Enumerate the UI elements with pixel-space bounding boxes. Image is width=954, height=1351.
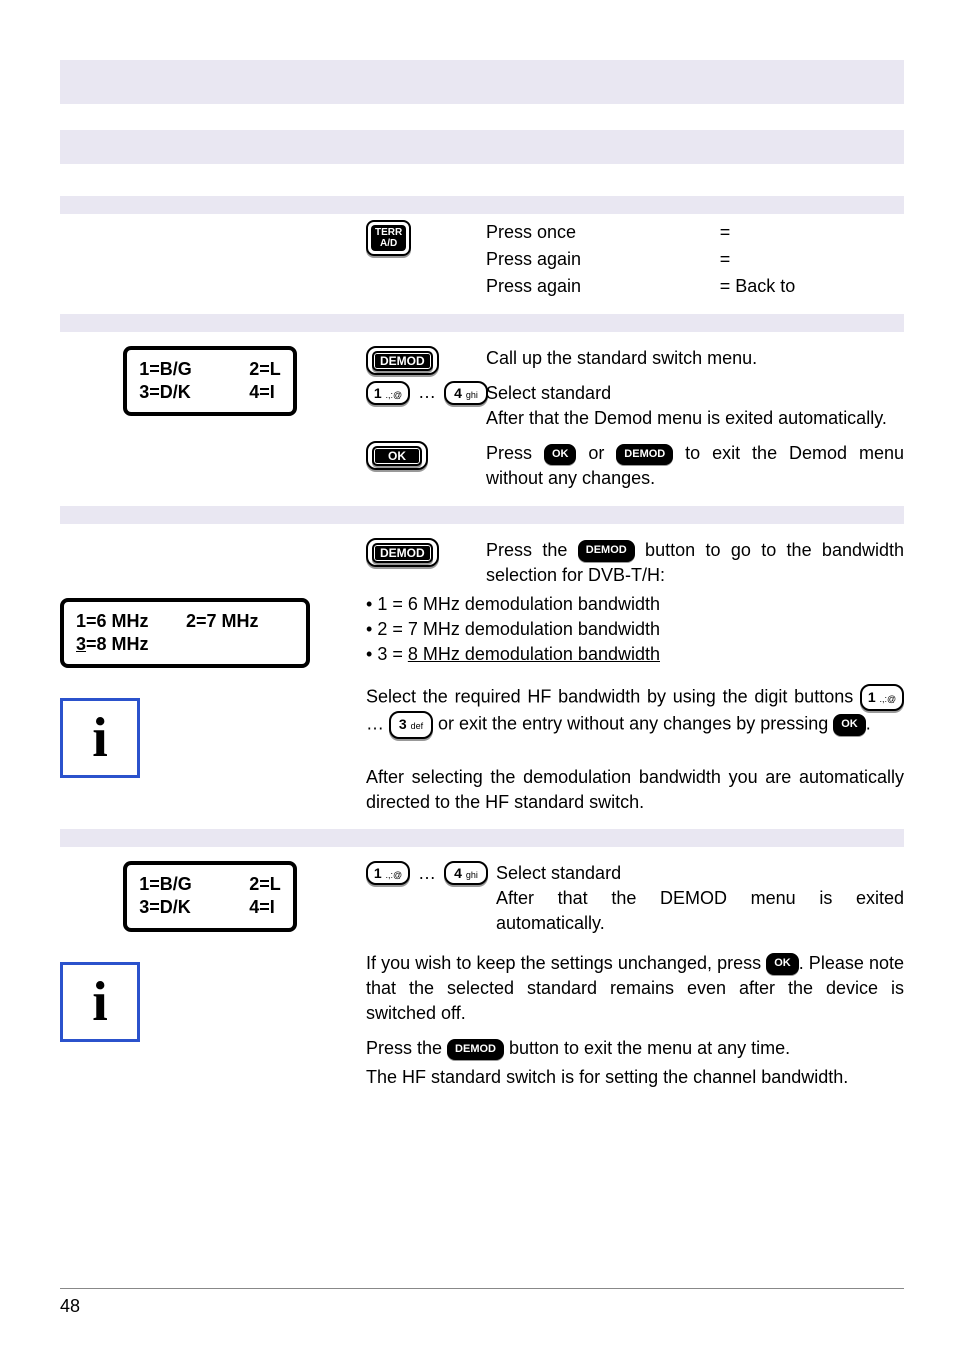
lcd3-r1a: 1=B/G [139, 873, 249, 896]
section-terr: TERR A/D Press once = Press again = Pres… [60, 220, 904, 300]
ellipsis-2: … [366, 714, 384, 734]
d1l: 1 [868, 689, 876, 705]
d3l: 3 [399, 716, 407, 732]
footer-rule [60, 1288, 904, 1289]
select-standard-text-2: Select standard [496, 863, 621, 883]
terr-label-2: A/D [380, 238, 397, 249]
demod-button-2[interactable]: DEMOD [366, 538, 439, 567]
info-icon: i [60, 698, 140, 778]
lcd1-r1b: 2=L [249, 358, 281, 381]
inline-ok-3: OK [766, 953, 799, 974]
digit-4-sub: ghi [466, 390, 478, 400]
lcd2-r2a-r: =8 MHz [86, 634, 149, 654]
pressthe-text: Press the [366, 1038, 447, 1058]
lcd3-r1b: 2=L [249, 873, 281, 896]
d4s2: ghi [466, 870, 478, 880]
digit-1-button-3[interactable]: 1 .,:@ [366, 861, 410, 885]
separator [60, 506, 904, 524]
select-req-text: Select the required HF bandwidth by usin… [366, 686, 860, 706]
lcd1-r2a: 3=D/K [139, 381, 249, 404]
inline-demod-2: DEMOD [578, 540, 635, 561]
separator [60, 829, 904, 847]
header-band-2 [60, 130, 904, 164]
demod-button[interactable]: DEMOD [366, 346, 439, 375]
press-once: Press once [486, 220, 690, 245]
terr-label-1: TERR [375, 227, 402, 238]
ellipsis-3: … [418, 863, 436, 884]
info-icon-2: i [60, 962, 140, 1042]
digit-1-button-2[interactable]: 1 .,:@ [860, 684, 904, 712]
page-number: 48 [60, 1296, 80, 1317]
after-text-1: After that the Demod menu is exited auto… [486, 408, 887, 428]
orexit-text: or exit the entry without any changes by… [438, 714, 833, 734]
press-eq3: = Back to [720, 274, 904, 299]
separator [60, 314, 904, 332]
press-text: Press [486, 443, 544, 463]
d1l3: 1 [374, 865, 382, 881]
lcd2-r2a-u: 3 [76, 634, 86, 654]
digit-3-button[interactable]: 3 def [389, 711, 433, 739]
terr-ad-button[interactable]: TERR A/D [366, 220, 411, 256]
callup-text: Call up the standard switch menu. [486, 346, 904, 371]
lcd-display-1: 1=B/G2=L 3=D/K4=I [123, 346, 297, 417]
digit-4-button-2[interactable]: 4 ghi [444, 861, 488, 885]
lcd1-r1a: 1=B/G [139, 358, 249, 381]
lcd2-r1b: 2=7 MHz [186, 610, 259, 633]
lcd3-r2a: 3=D/K [139, 896, 249, 919]
bullet-2: • 2 = 7 MHz demodulation bandwidth [366, 617, 904, 642]
digit-4-button[interactable]: 4 ghi [444, 381, 488, 405]
lcd-display-3: 1=B/G2=L 3=D/K4=I [123, 861, 297, 932]
lcd2-r1a: 1=6 MHz [76, 610, 186, 633]
lcd1-r2b: 4=I [249, 381, 275, 404]
press-eq2: = [720, 247, 904, 272]
lcd3-r2b: 4=I [249, 896, 275, 919]
period: . [866, 714, 871, 734]
section-bandwidth: 1=6 MHz2=7 MHz 3=8 MHz i DEMOD Press the… [60, 538, 904, 816]
d3s: def [411, 721, 424, 731]
section-standard-1: 1=B/G2=L 3=D/K4=I DEMOD Call up the stan… [60, 346, 904, 492]
or-text: or [576, 443, 616, 463]
after-text-2: After that the DEMOD menu is exited auto… [496, 888, 904, 933]
hf-text: The HF standard switch is for setting th… [366, 1065, 904, 1090]
bullet-3: • 3 = 8 MHz demodulation bandwidth [366, 642, 904, 667]
d4l2: 4 [454, 865, 462, 881]
lcd-display-2: 1=6 MHz2=7 MHz 3=8 MHz [60, 598, 310, 669]
digit-4-label: 4 [454, 385, 462, 401]
select-standard-text: Select standard [486, 383, 611, 403]
inline-demod-3: DEMOD [447, 1039, 504, 1060]
demod-label: DEMOD [372, 351, 433, 371]
inline-demod: DEMOD [616, 444, 673, 465]
exitmenu-text: button to exit the menu at any time. [504, 1038, 790, 1058]
section-standard-2: 1=B/G2=L 3=D/K4=I i 1 .,:@ … 4 ghi Selec… [60, 861, 904, 1091]
ok-button[interactable]: OK [366, 441, 428, 470]
demod-label-2: DEMOD [372, 543, 433, 563]
digit-1-sub: .,:@ [386, 390, 403, 400]
press-again-1: Press again [486, 247, 690, 272]
inline-ok-2: OK [833, 714, 866, 735]
inline-ok: OK [544, 444, 577, 465]
keep-pre: If you wish to keep the settings unchang… [366, 953, 766, 973]
bullet-1: • 1 = 6 MHz demodulation bandwidth [366, 592, 904, 617]
press-eq1: = [720, 220, 904, 245]
press-the-text: Press the [486, 540, 578, 560]
press-grid: Press once = Press again = Press again =… [486, 220, 904, 300]
press-again-2: Press again [486, 274, 690, 299]
digit-1-label: 1 [374, 385, 382, 401]
ok-label: OK [372, 446, 422, 466]
d1s3: .,:@ [386, 870, 403, 880]
d1s: .,:@ [880, 694, 897, 704]
header-band-1 [60, 60, 904, 104]
ellipsis: … [418, 382, 436, 403]
digit-1-button[interactable]: 1 .,:@ [366, 381, 410, 405]
header-band-3 [60, 196, 904, 214]
after-select-text: After selecting the demodulation bandwid… [366, 765, 904, 815]
